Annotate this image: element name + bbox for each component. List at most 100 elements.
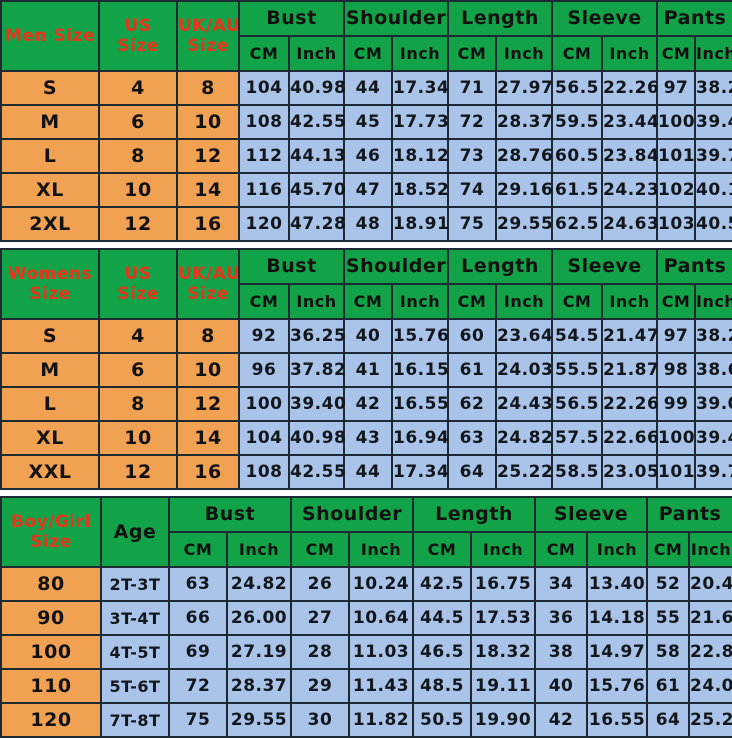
boygirl-row-0-length-cm: 42.5 <box>412 566 473 602</box>
men-row-0-size: S <box>0 70 100 106</box>
men-row-2-pants-cm: 101 <box>656 138 697 174</box>
men-row-4-length-cm: 75 <box>447 206 498 242</box>
boygirl-row-4-age: 7T-8T <box>100 702 170 738</box>
womens-row-0-sleeve-cm: 54.5 <box>551 318 604 354</box>
boygirl-group-pants: Pants <box>646 496 732 533</box>
boygirl-row-3-shoulder-cm: 29 <box>290 668 350 704</box>
womens-row-4-bust-cm: 108 <box>238 454 290 490</box>
womens-row-4-length-inch: 25.22 <box>495 454 554 490</box>
men-row-1-bust-inch: 42.55 <box>288 104 346 140</box>
boygirl-row-3-sleeve-cm: 40 <box>534 668 589 704</box>
table-row: 100 4T-5T 69 27.19 28 11.03 46.5 18.32 3… <box>0 634 732 670</box>
boygirl-shoulder-cm-header: CM <box>290 531 350 568</box>
womens-row-0-size: S <box>0 318 100 354</box>
womens-row-3-shoulder-cm: 43 <box>343 420 393 456</box>
womens-row-2-bust-cm: 100 <box>238 386 290 422</box>
womens-row-2-length-cm: 62 <box>447 386 498 422</box>
womens-row-3-sleeve-cm: 57.5 <box>551 420 604 456</box>
men-row-4-size: 2XL <box>0 206 100 242</box>
womens-length-cm-header: CM <box>447 283 498 320</box>
men-row-4-shoulder-inch: 18.91 <box>390 206 450 242</box>
men-row-1-shoulder-cm: 45 <box>343 104 393 140</box>
men-ukau-size-line1: UK/AU <box>178 15 241 36</box>
boygirl-row-0-size: 80 <box>0 566 102 602</box>
men-length-inch-header: Inch <box>495 35 554 72</box>
men-group-sleeve: Sleeve <box>551 0 659 37</box>
boygirl-row-3-size: 110 <box>0 668 102 704</box>
womens-row-4-shoulder-inch: 17.34 <box>390 454 450 490</box>
table-row: 120 7T-8T 75 29.55 30 11.82 50.5 19.90 4… <box>0 702 732 738</box>
boygirl-row-2-length-inch: 18.32 <box>470 634 537 670</box>
men-row-4-bust-inch: 47.28 <box>288 206 346 242</box>
womens-row-1-bust-cm: 96 <box>238 352 290 388</box>
womens-row-1-us: 6 <box>98 352 178 388</box>
womens-row-2-us: 8 <box>98 386 178 422</box>
men-ukau-size-header: UK/AU Size <box>176 0 241 72</box>
boygirl-row-1-size: 90 <box>0 600 102 636</box>
womens-row-4-pants-cm: 101 <box>656 454 697 490</box>
boygirl-row-3-length-inch: 19.11 <box>470 668 537 704</box>
boygirl-sleeve-inch-header: Inch <box>586 531 649 568</box>
boygirl-row-2-pants-cm: 58 <box>646 634 691 670</box>
womens-row-2-pants-inch: 39.01 <box>694 386 732 422</box>
womens-row-0-shoulder-inch: 15.76 <box>390 318 450 354</box>
men-us-size-line1: US <box>124 15 152 36</box>
boygirl-row-1-length-cm: 44.5 <box>412 600 473 636</box>
womens-row-1-pants-inch: 38.61 <box>694 352 732 388</box>
men-size-header: Men Size <box>0 0 100 72</box>
men-row-1-shoulder-inch: 17.73 <box>390 104 450 140</box>
womens-sleeve-inch-header: Inch <box>601 283 659 320</box>
men-row-4-sleeve-inch: 24.63 <box>601 206 659 242</box>
boygirl-row-4-shoulder-cm: 30 <box>290 702 350 738</box>
men-row-1-pants-inch: 39.40 <box>694 104 732 140</box>
womens-row-1-pants-cm: 98 <box>656 352 697 388</box>
womens-row-1-bust-inch: 37.82 <box>288 352 346 388</box>
boygirl-row-3-sleeve-inch: 15.76 <box>586 668 649 704</box>
womens-row-3-pants-cm: 100 <box>656 420 697 456</box>
womens-row-3-shoulder-inch: 16.94 <box>390 420 450 456</box>
boygirl-row-4-bust-inch: 29.55 <box>226 702 292 738</box>
table-row: L 8 12 100 39.40 42 16.55 62 24.43 56.5 … <box>0 386 732 422</box>
womens-row-4-shoulder-cm: 44 <box>343 454 393 490</box>
men-row-0-shoulder-inch: 17.34 <box>390 70 450 106</box>
womens-size-header: Womens Size <box>0 248 100 320</box>
womens-pants-inch-header: Inch <box>694 283 732 320</box>
womens-row-1-length-cm: 61 <box>447 352 498 388</box>
men-row-3-sleeve-inch: 24.23 <box>601 172 659 208</box>
womens-row-2-bust-inch: 39.40 <box>288 386 346 422</box>
men-bust-cm-header: CM <box>238 35 290 72</box>
boygirl-age-header: Age <box>100 496 170 568</box>
men-row-4-shoulder-cm: 48 <box>343 206 393 242</box>
table-row: 2XL 12 16 120 47.28 48 18.91 75 29.55 62… <box>0 206 732 242</box>
womens-ukau-size-line1: UK/AU <box>178 263 241 284</box>
men-row-3-us: 10 <box>98 172 178 208</box>
men-pants-cm-header: CM <box>656 35 697 72</box>
men-group-shoulder: Shoulder <box>342 0 450 37</box>
table-row: 90 3T-4T 66 26.00 27 10.64 44.5 17.53 36… <box>0 600 732 636</box>
womens-row-1-sleeve-inch: 21.87 <box>601 352 659 388</box>
boygirl-row-0-pants-inch: 20.49 <box>688 566 732 602</box>
men-row-2-shoulder-inch: 18.12 <box>390 138 450 174</box>
men-ukau-size-line2: Size <box>187 36 229 56</box>
womens-row-2-shoulder-cm: 42 <box>343 386 393 422</box>
womens-row-2-sleeve-inch: 22.26 <box>601 386 659 422</box>
boygirl-group-shoulder: Shoulder <box>289 496 415 533</box>
womens-row-0-us: 4 <box>98 318 178 354</box>
womens-row-4-bust-inch: 42.55 <box>288 454 346 490</box>
womens-group-pants: Pants <box>656 248 732 285</box>
table-row: S 4 8 92 36.25 40 15.76 60 23.64 54.5 21… <box>0 318 732 354</box>
men-row-2-pants-inch: 39.79 <box>694 138 732 174</box>
boygirl-row-3-bust-cm: 72 <box>168 668 228 704</box>
men-row-0-us: 4 <box>98 70 178 106</box>
boygirl-row-4-shoulder-inch: 11.82 <box>347 702 415 738</box>
table-row: M 6 10 108 42.55 45 17.73 72 28.37 59.5 … <box>0 104 732 140</box>
men-size-chart: Men Size US Size UK/AU Size Bust Shoulde… <box>0 0 732 242</box>
boygirl-row-0-shoulder-inch: 10.24 <box>347 566 415 602</box>
men-row-0-ukau: 8 <box>176 70 240 106</box>
boygirl-size-line1: Boy/Girl <box>11 511 91 532</box>
men-row-1-sleeve-cm: 59.5 <box>551 104 604 140</box>
boygirl-row-4-pants-cm: 64 <box>646 702 691 738</box>
boygirl-row-2-bust-cm: 69 <box>168 634 228 670</box>
boygirl-row-1-shoulder-inch: 10.64 <box>347 600 415 636</box>
womens-header-row-1: Womens Size US Size UK/AU Size Bust Shou… <box>0 248 732 320</box>
